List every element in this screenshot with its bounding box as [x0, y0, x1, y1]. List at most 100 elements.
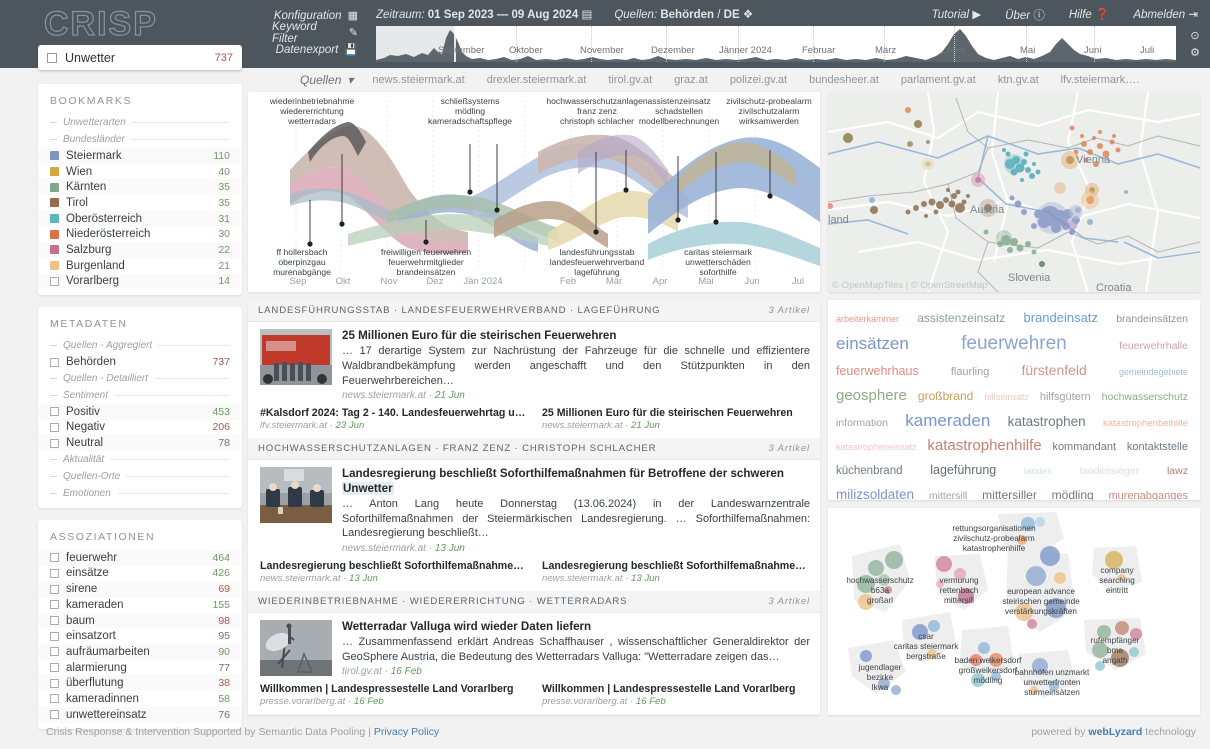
- related-article[interactable]: Willkommen | Landespressestelle Land Vor…: [542, 683, 810, 707]
- metadata-positiv[interactable]: Positiv 453: [38, 403, 242, 420]
- keyword-cloud[interactable]: arbeiterkammer assistenzeinsatz brandein…: [828, 300, 1200, 500]
- article-thumbnail[interactable]: [260, 619, 332, 676]
- bookmark-checkbox[interactable]: [50, 276, 59, 286]
- cloud-term[interactable]: mittersill: [929, 490, 968, 500]
- tab-parlament-gv[interactable]: parlament.gv.at: [890, 74, 987, 86]
- related-article[interactable]: Landesregierung beschließt Soforthilfema…: [260, 560, 528, 584]
- association-checkbox[interactable]: [50, 553, 59, 563]
- cloud-term[interactable]: kommandant: [1052, 441, 1116, 453]
- search-term-checkbox[interactable]: [47, 52, 57, 63]
- association-checkbox[interactable]: [50, 694, 59, 704]
- cloud-term[interactable]: kontaktstelle: [1127, 441, 1188, 453]
- bookmark-tirol[interactable]: Tirol 35: [38, 195, 242, 211]
- article-group-header[interactable]: WIEDERINBETRIEBNAHME · WIEDERERRICHTUNG …: [248, 590, 820, 613]
- cloud-term[interactable]: katastrophenhilfe: [927, 437, 1041, 454]
- cloud-term[interactable]: gemeindegebiete: [1119, 367, 1188, 377]
- cloud-term[interactable]: geosphere: [836, 387, 907, 404]
- metadata-checkbox[interactable]: [50, 422, 59, 432]
- cloud-term[interactable]: milizsoldaten: [836, 487, 914, 500]
- bookmark-niederoesterreich[interactable]: Niederösterreich 30: [38, 226, 242, 242]
- logout-button[interactable]: Abmelden ⇥: [1133, 7, 1198, 23]
- help-button[interactable]: Hilfe ❓: [1069, 7, 1110, 23]
- association-checkbox[interactable]: [50, 568, 59, 578]
- association-checkbox[interactable]: [50, 647, 59, 657]
- cloud-term[interactable]: feuerwehren: [961, 333, 1067, 354]
- cloud-term[interactable]: mittersiller: [982, 488, 1037, 500]
- metadata-neutral[interactable]: Neutral 78: [38, 435, 242, 451]
- article-thumbnail[interactable]: [260, 467, 332, 524]
- article-title[interactable]: Landesregierung beschließt Soforthilfema…: [342, 467, 810, 496]
- metadata-negativ[interactable]: Negativ 206: [38, 420, 242, 436]
- cloud-term[interactable]: lawz: [1167, 465, 1188, 477]
- bookmark-oberoesterreich[interactable]: Oberösterreich 31: [38, 210, 242, 227]
- bookmark-salzburg[interactable]: Salzburg 22: [38, 242, 242, 258]
- play-circle-icon[interactable]: ⊙: [1190, 29, 1199, 42]
- entity-cluster-chart[interactable]: rettungsorganisationen zivilschutz-probea…: [828, 508, 1200, 715]
- tab-graz[interactable]: graz.at: [663, 74, 719, 86]
- related-article[interactable]: #Kalsdorf 2024: Tag 2 - 140. Landesfeuer…: [260, 407, 528, 431]
- association-alarmierung[interactable]: alarmierung 77: [38, 660, 242, 676]
- cloud-term[interactable]: flaurling: [951, 366, 990, 378]
- association-aufraeumarbeiten[interactable]: aufräumarbeiten 90: [38, 644, 242, 660]
- sources-dropdown[interactable]: Quellen ▾: [248, 73, 361, 87]
- cloud-term[interactable]: fürstenfeld: [1021, 362, 1086, 378]
- menu-item-keyword-filter[interactable]: Keyword Filter ✎: [272, 21, 358, 45]
- association-checkbox[interactable]: [50, 663, 59, 673]
- timerange-display[interactable]: Zeitraum: 01 Sep 2023 — 09 Aug 2024 ▤: [376, 7, 592, 21]
- gear-icon[interactable]: ⚙: [1190, 46, 1200, 59]
- cloud-term[interactable]: mödling: [1052, 488, 1094, 500]
- tab-drexler-steiermark[interactable]: drexler.steiermark.at: [476, 74, 598, 86]
- tab-news-steiermark[interactable]: news.steiermark.at: [361, 74, 475, 86]
- bookmark-burgenland[interactable]: Burgenland 21: [38, 258, 242, 274]
- association-sirene[interactable]: sirene 69: [38, 581, 242, 597]
- menu-item-datenexport[interactable]: Datenexport 💾: [272, 41, 358, 58]
- association-checkbox[interactable]: [50, 631, 59, 641]
- association-ueberflutung[interactable]: überflutung 38: [38, 675, 242, 692]
- article-title[interactable]: Wetterradar Valluga wird wieder Daten li…: [342, 620, 810, 634]
- tab-bundesheer[interactable]: bundesheer.at: [798, 74, 890, 86]
- tab-polizei-gv[interactable]: polizei.gv.at: [719, 74, 798, 86]
- article-main[interactable]: 25 Millionen Euro für die steirischen Fe…: [248, 322, 820, 405]
- article-list[interactable]: LANDESFÜHRUNGSSTAB · LANDESFEUERWEHRVERB…: [248, 300, 820, 715]
- cloud-term[interactable]: großbrand: [918, 389, 973, 403]
- cloud-term[interactable]: brandeinsätzen: [1116, 313, 1188, 325]
- cloud-term[interactable]: landessieger: [1080, 465, 1140, 477]
- cloud-term[interactable]: assistenzeinsatz: [917, 311, 1005, 325]
- layers-icon[interactable]: ❖: [743, 9, 753, 21]
- bookmark-wien[interactable]: Wien 40: [38, 164, 242, 180]
- cloud-term[interactable]: katastrophenbeihilfe: [1103, 418, 1188, 429]
- association-feuerwehr[interactable]: feuerwehr 464: [38, 549, 242, 566]
- cloud-term[interactable]: katastrophen: [1008, 414, 1086, 429]
- related-article[interactable]: Willkommen | Landespressestelle Land Vor…: [260, 683, 528, 707]
- search-term-box[interactable]: Unwetter 737: [38, 45, 242, 70]
- article-main[interactable]: Wetterradar Valluga wird wieder Daten li…: [248, 613, 820, 682]
- association-checkbox[interactable]: [50, 616, 59, 626]
- association-baum[interactable]: baum 98: [38, 612, 242, 629]
- tab-lfv-steiermark[interactable]: lfv.steiermark….: [1050, 74, 1151, 86]
- cloud-term[interactable]: katastropheneinsatz: [836, 442, 917, 452]
- cloud-term[interactable]: murenabganges: [1109, 490, 1189, 500]
- privacy-policy-link[interactable]: Privacy Policy: [374, 726, 439, 738]
- tab-tirol-gv[interactable]: tirol.gv.at: [597, 74, 663, 86]
- cloud-term[interactable]: feuerwehrhalle: [1119, 340, 1188, 352]
- cloud-term[interactable]: hilfsgütern: [1040, 391, 1091, 403]
- sources-display[interactable]: Quellen: Behörden / DE ❖: [614, 7, 753, 21]
- related-article[interactable]: Landesregierung beschließt Soforthilfema…: [542, 560, 810, 584]
- cloud-term[interactable]: lageführung: [930, 463, 996, 477]
- bookmark-vorarlberg[interactable]: Vorarlberg 14: [38, 273, 242, 290]
- bookmark-kaernten[interactable]: Kärnten 35: [38, 179, 242, 196]
- article-title[interactable]: 25 Millionen Euro für die steirischen Fe…: [342, 329, 810, 343]
- cloud-term[interactable]: hilfseinsatz: [984, 392, 1029, 402]
- stream-graph[interactable]: wiederinbetriebnahme wiedererrichtung we…: [248, 92, 820, 292]
- geo-map[interactable]: Austria Vienna Slovenia Croatia land © O…: [828, 92, 1200, 292]
- association-checkbox[interactable]: [50, 678, 59, 688]
- cloud-term[interactable]: küchenbrand: [836, 465, 903, 477]
- association-checkbox[interactable]: [50, 600, 59, 610]
- metadata-checkbox[interactable]: [50, 407, 59, 417]
- article-group-header[interactable]: HOCHWASSERSCHUTZANLAGEN · FRANZ ZENZ · C…: [248, 438, 820, 461]
- related-article[interactable]: 25 Millionen Euro für die steirischen Fe…: [542, 407, 810, 431]
- association-einsaetze[interactable]: einsätze 426: [38, 566, 242, 582]
- timeline-chart[interactable]: September Oktober November Dezember Jänn…: [376, 26, 1176, 62]
- tab-ktn-gv[interactable]: ktn.gv.at: [987, 74, 1050, 86]
- bookmark-steiermark[interactable]: Steiermark 110: [38, 148, 242, 164]
